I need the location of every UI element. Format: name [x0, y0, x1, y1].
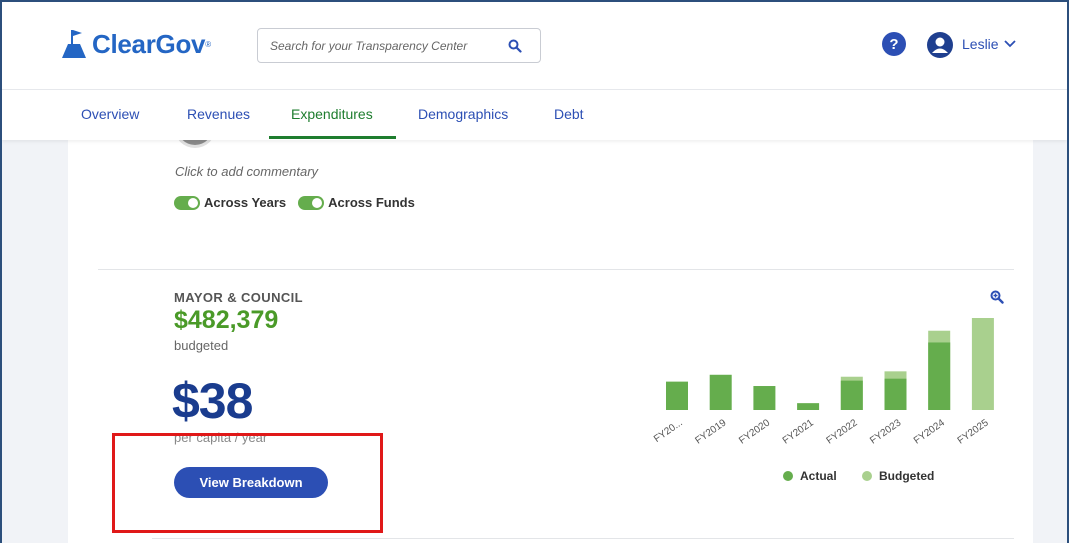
department-amount: $482,379 [174, 306, 279, 334]
user-name: Leslie [962, 36, 999, 52]
user-avatar-icon[interactable] [927, 32, 953, 58]
across-years-label: Across Years [204, 195, 287, 210]
logo-registered-mark: ® [205, 39, 212, 49]
tab-revenues[interactable]: Revenues [187, 106, 250, 122]
bar-actual[interactable] [840, 380, 863, 410]
user-menu[interactable]: Leslie [962, 36, 1016, 52]
tab-overview[interactable]: Overview [81, 106, 139, 122]
bar-actual[interactable] [753, 386, 776, 410]
x-tick-label: FY20... [652, 417, 685, 445]
legend-actual-swatch [783, 471, 793, 481]
x-tick-label: FY2020 [737, 417, 772, 446]
section-divider-bottom [152, 538, 1014, 539]
main-nav: Overview Revenues Expenditures Demograph… [2, 90, 1067, 140]
bar-actual[interactable] [797, 403, 820, 410]
toggle-across-years: Across Years [174, 195, 286, 210]
zoom-in-icon [990, 290, 1004, 304]
legend-budgeted-swatch [862, 471, 872, 481]
x-tick-label: FY2023 [868, 417, 903, 446]
chevron-down-icon [1003, 40, 1016, 48]
toggle-group: Across Years Across Funds [174, 195, 427, 210]
across-funds-switch[interactable] [298, 195, 325, 210]
bar-actual[interactable] [709, 374, 732, 410]
section-divider [98, 269, 1014, 270]
tab-expenditures[interactable]: Expenditures [291, 106, 373, 122]
zoom-button[interactable] [990, 290, 1004, 309]
search-button[interactable] [498, 29, 532, 62]
across-funds-label: Across Funds [328, 195, 415, 210]
department-title: MAYOR & COUNCIL [174, 290, 304, 305]
flag-logo-icon [62, 30, 86, 58]
bar-actual[interactable] [928, 342, 951, 410]
cleargov-logo[interactable]: ClearGov ® [60, 24, 211, 64]
active-tab-indicator [269, 136, 396, 139]
across-years-switch[interactable] [174, 195, 200, 210]
app-frame: ClearGov® ? Leslie Overvie [0, 0, 1069, 543]
search-box [257, 28, 541, 63]
add-commentary-link[interactable]: Click to add commentary [175, 164, 318, 179]
search-icon [508, 39, 522, 53]
bar-actual[interactable] [884, 378, 907, 410]
per-capita-value: $38 [172, 373, 253, 429]
header: ClearGov® ? Leslie [2, 2, 1067, 90]
bar-budgeted[interactable] [971, 318, 994, 410]
highlight-box [112, 433, 383, 533]
department-amount-label: budgeted [174, 338, 229, 353]
x-tick-label: FY2022 [825, 417, 860, 446]
legend-budgeted-label[interactable]: Budgeted [879, 469, 934, 483]
x-tick-label: FY2025 [956, 417, 991, 446]
toggle-across-funds: Across Funds [298, 195, 415, 210]
logo-text: ClearGov [92, 28, 206, 59]
x-tick-label: FY2019 [693, 417, 728, 446]
x-tick-label: FY2021 [781, 417, 816, 446]
search-input[interactable] [258, 38, 498, 53]
tab-debt[interactable]: Debt [554, 106, 584, 122]
person-icon [932, 37, 948, 53]
help-icon[interactable]: ? [882, 32, 906, 56]
legend-actual-label[interactable]: Actual [800, 469, 837, 483]
bar-actual[interactable] [666, 381, 688, 410]
x-tick-label: FY2024 [912, 417, 947, 446]
tab-demographics[interactable]: Demographics [418, 106, 508, 122]
expenditure-chart: FY20... FY2019 FY2020 FY2021 FY2022 FY2023 FY2… [652, 318, 994, 483]
